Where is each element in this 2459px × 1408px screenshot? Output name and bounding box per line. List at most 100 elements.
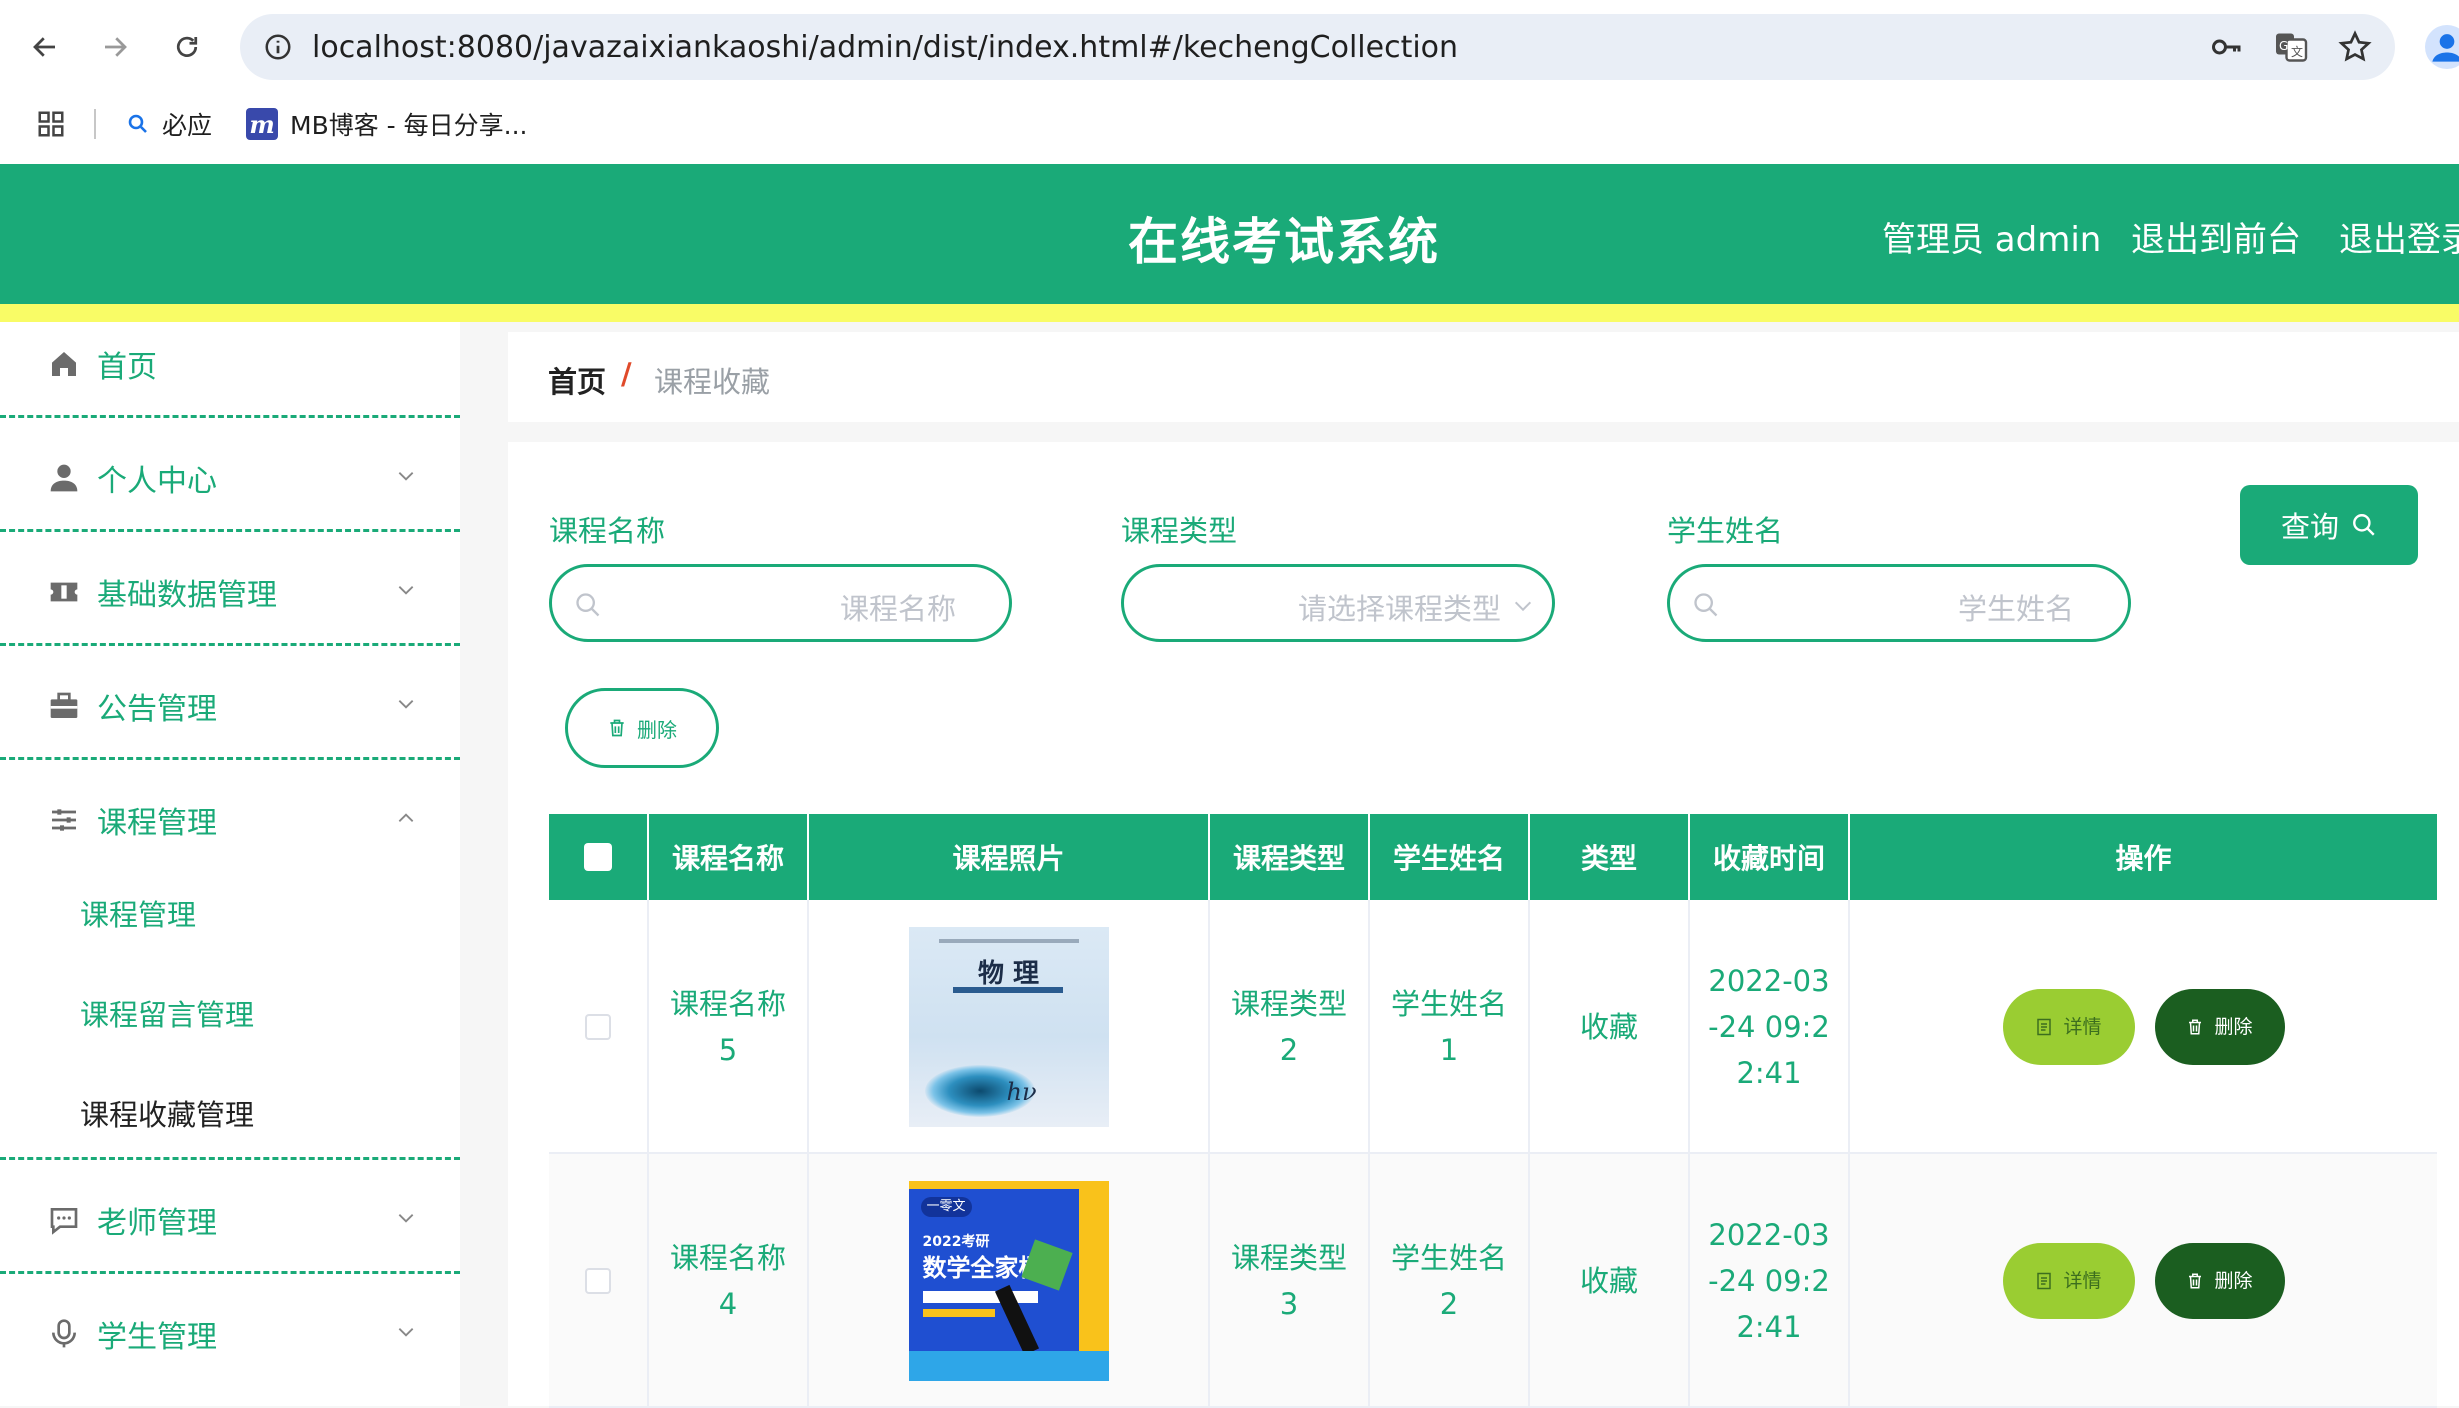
document-icon bbox=[2037, 1018, 2052, 1036]
query-button[interactable]: 查询 bbox=[2240, 485, 2418, 565]
detail-button[interactable]: 详情 bbox=[2002, 1243, 2135, 1319]
person-icon bbox=[2432, 34, 2459, 62]
course-photo-cell: 物 理 hν bbox=[809, 900, 1210, 1154]
reload-icon bbox=[176, 36, 198, 57]
bookmark-mb-blog[interactable]: m MB博客 - 每日分享... bbox=[246, 106, 528, 142]
back-button[interactable] bbox=[20, 22, 70, 72]
reload-button[interactable] bbox=[162, 22, 212, 72]
translate-icon[interactable]: G文 bbox=[2271, 27, 2311, 67]
cover-subtitle: 2022考研 bbox=[922, 1234, 990, 1250]
bookmark-separator bbox=[94, 109, 96, 139]
course-name-placeholder: 课程名称 bbox=[840, 592, 957, 626]
chevron-up-icon bbox=[398, 813, 414, 822]
chevron-down-icon bbox=[398, 472, 414, 481]
header-select-all[interactable] bbox=[549, 814, 649, 900]
svg-text:文: 文 bbox=[2291, 44, 2303, 59]
sidebar-item-basic-data[interactable]: 基础数据管理 bbox=[0, 532, 460, 646]
breadcrumb-home[interactable]: 首页 bbox=[548, 359, 606, 401]
bookmarks-bar: 必应 m MB博客 - 每日分享... bbox=[0, 94, 2459, 154]
collect-time-cell: 2022-03-24 09:22:41 bbox=[1690, 1154, 1850, 1408]
student-name-cell: 学生姓名1 bbox=[1370, 900, 1530, 1154]
student-name-placeholder: 学生姓名 bbox=[1958, 592, 2075, 626]
sidebar-item-teacher[interactable]: 老师管理 bbox=[0, 1160, 460, 1274]
header-course-photo: 课程照片 bbox=[809, 814, 1210, 900]
chevron-down-icon bbox=[398, 1328, 414, 1337]
header-actions: 操作 bbox=[2115, 842, 2172, 875]
course-photo-cell: 一零文 2022考研 数学全家桶 bbox=[809, 1154, 1210, 1408]
course-name-cell: 课程名称5 bbox=[649, 900, 809, 1154]
trash-icon bbox=[2189, 1019, 2202, 1035]
course-name-cell: 课程名称4 bbox=[649, 1154, 809, 1408]
cover-header-stripe bbox=[938, 939, 1079, 943]
apps-icon[interactable] bbox=[36, 109, 66, 139]
header-collect-time: 收藏时间 bbox=[1690, 814, 1850, 900]
forward-button[interactable] bbox=[90, 22, 140, 72]
message-icon bbox=[50, 1208, 78, 1235]
course-type-placeholder: 请选择课程类型 bbox=[1298, 592, 1502, 626]
briefcase-icon bbox=[50, 692, 78, 718]
arrow-left-icon bbox=[33, 37, 55, 57]
course-type-select[interactable]: 请选择课程类型 bbox=[1121, 564, 1555, 642]
microphone-icon bbox=[52, 1319, 76, 1348]
chevron-down-icon bbox=[398, 1214, 414, 1223]
search-icon bbox=[1694, 593, 1718, 617]
url-text[interactable]: localhost:8080/javazaixiankaoshi/admin/d… bbox=[312, 30, 1458, 65]
breadcrumb-current: 课程收藏 bbox=[654, 365, 771, 399]
delete-button[interactable]: 删除 bbox=[2154, 989, 2285, 1065]
detail-button[interactable]: 详情 bbox=[2002, 989, 2135, 1065]
actions-cell: 详情 删除 bbox=[1850, 900, 2437, 1154]
sidebar-item-notice[interactable]: 公告管理 bbox=[0, 646, 460, 760]
sidebar-item-home[interactable]: 首页 bbox=[0, 322, 460, 418]
student-name-label: 学生姓名 bbox=[1667, 514, 1784, 548]
table-header: 课程名称 课程照片 课程类型 学生姓名 类型 收藏时间 操作 bbox=[549, 814, 2437, 900]
cover-tagline-bar bbox=[922, 1291, 1038, 1303]
student-name-cell: 学生姓名2 bbox=[1370, 1154, 1530, 1408]
sidebar: 首页 个人中心 基础数据管理 公告管理 课程管理 课程管理 课程留言管理 课程收… bbox=[0, 322, 460, 1406]
cover-subtitle-bar bbox=[952, 987, 1063, 993]
back-to-front-link[interactable]: 退出到前台 bbox=[2131, 212, 2301, 261]
delete-button[interactable]: 删除 bbox=[2154, 1243, 2285, 1319]
sidebar-item-course[interactable]: 课程管理 课程管理 课程留言管理 课程收藏管理 bbox=[0, 760, 460, 1160]
site-info-icon[interactable] bbox=[260, 29, 296, 65]
address-bar[interactable]: localhost:8080/javazaixiankaoshi/admin/d… bbox=[240, 14, 2395, 80]
sidebar-item-student[interactable]: 学生管理 bbox=[0, 1274, 460, 1388]
system-title: 在线考试系统 bbox=[1128, 213, 1440, 271]
student-name-input[interactable]: 学生姓名 bbox=[1667, 564, 2131, 642]
sidebar-subitem-course-manage[interactable]: 课程管理 bbox=[80, 892, 196, 934]
breadcrumb-separator: / bbox=[621, 357, 632, 391]
chevron-down-icon bbox=[398, 700, 414, 709]
sidebar-subitem-course-collection[interactable]: 课程收藏管理 bbox=[80, 1092, 254, 1134]
search-icon bbox=[576, 593, 600, 617]
trash-icon bbox=[610, 719, 624, 737]
type-cell: 收藏 bbox=[1530, 900, 1690, 1154]
row-checkbox[interactable] bbox=[585, 1268, 611, 1294]
browser-chrome: localhost:8080/javazaixiankaoshi/admin/d… bbox=[0, 0, 2459, 164]
course-type-cell: 课程类型2 bbox=[1210, 900, 1370, 1154]
row-checkbox[interactable] bbox=[585, 1014, 611, 1040]
profile-avatar[interactable] bbox=[2425, 25, 2459, 69]
key-icon[interactable] bbox=[2207, 27, 2247, 67]
search-icon bbox=[128, 114, 147, 133]
sidebar-subitem-course-comment[interactable]: 课程留言管理 bbox=[80, 992, 254, 1034]
actions-cell: 详情 删除 bbox=[1850, 1154, 2437, 1408]
sidebar-item-profile[interactable]: 个人中心 bbox=[0, 418, 460, 532]
row-select-cell bbox=[549, 900, 649, 1154]
sliders-icon bbox=[52, 809, 76, 831]
user-icon bbox=[50, 464, 78, 492]
course-name-input[interactable]: 课程名称 bbox=[549, 564, 1012, 642]
cover-formula-graphic: hν bbox=[1006, 1078, 1037, 1106]
cover-accent-bar bbox=[922, 1309, 995, 1317]
home-icon bbox=[52, 352, 76, 376]
admin-user-label: 管理员 admin bbox=[1882, 220, 2102, 260]
batch-delete-button[interactable]: 删除 bbox=[565, 688, 719, 768]
select-all-checkbox[interactable] bbox=[584, 843, 612, 871]
bookmark-bing[interactable]: 必应 bbox=[126, 106, 212, 142]
chevron-down-icon bbox=[398, 586, 414, 595]
physics-textbook-cover[interactable]: 物 理 hν bbox=[908, 927, 1109, 1127]
star-icon[interactable] bbox=[2335, 27, 2375, 67]
math-book-cover[interactable]: 一零文 2022考研 数学全家桶 bbox=[908, 1181, 1109, 1381]
type-cell: 收藏 bbox=[1530, 1154, 1690, 1408]
row-select-cell bbox=[549, 1154, 649, 1408]
header-accent-line bbox=[0, 304, 2459, 322]
logout-link[interactable]: 退出登录 bbox=[2339, 212, 2459, 261]
